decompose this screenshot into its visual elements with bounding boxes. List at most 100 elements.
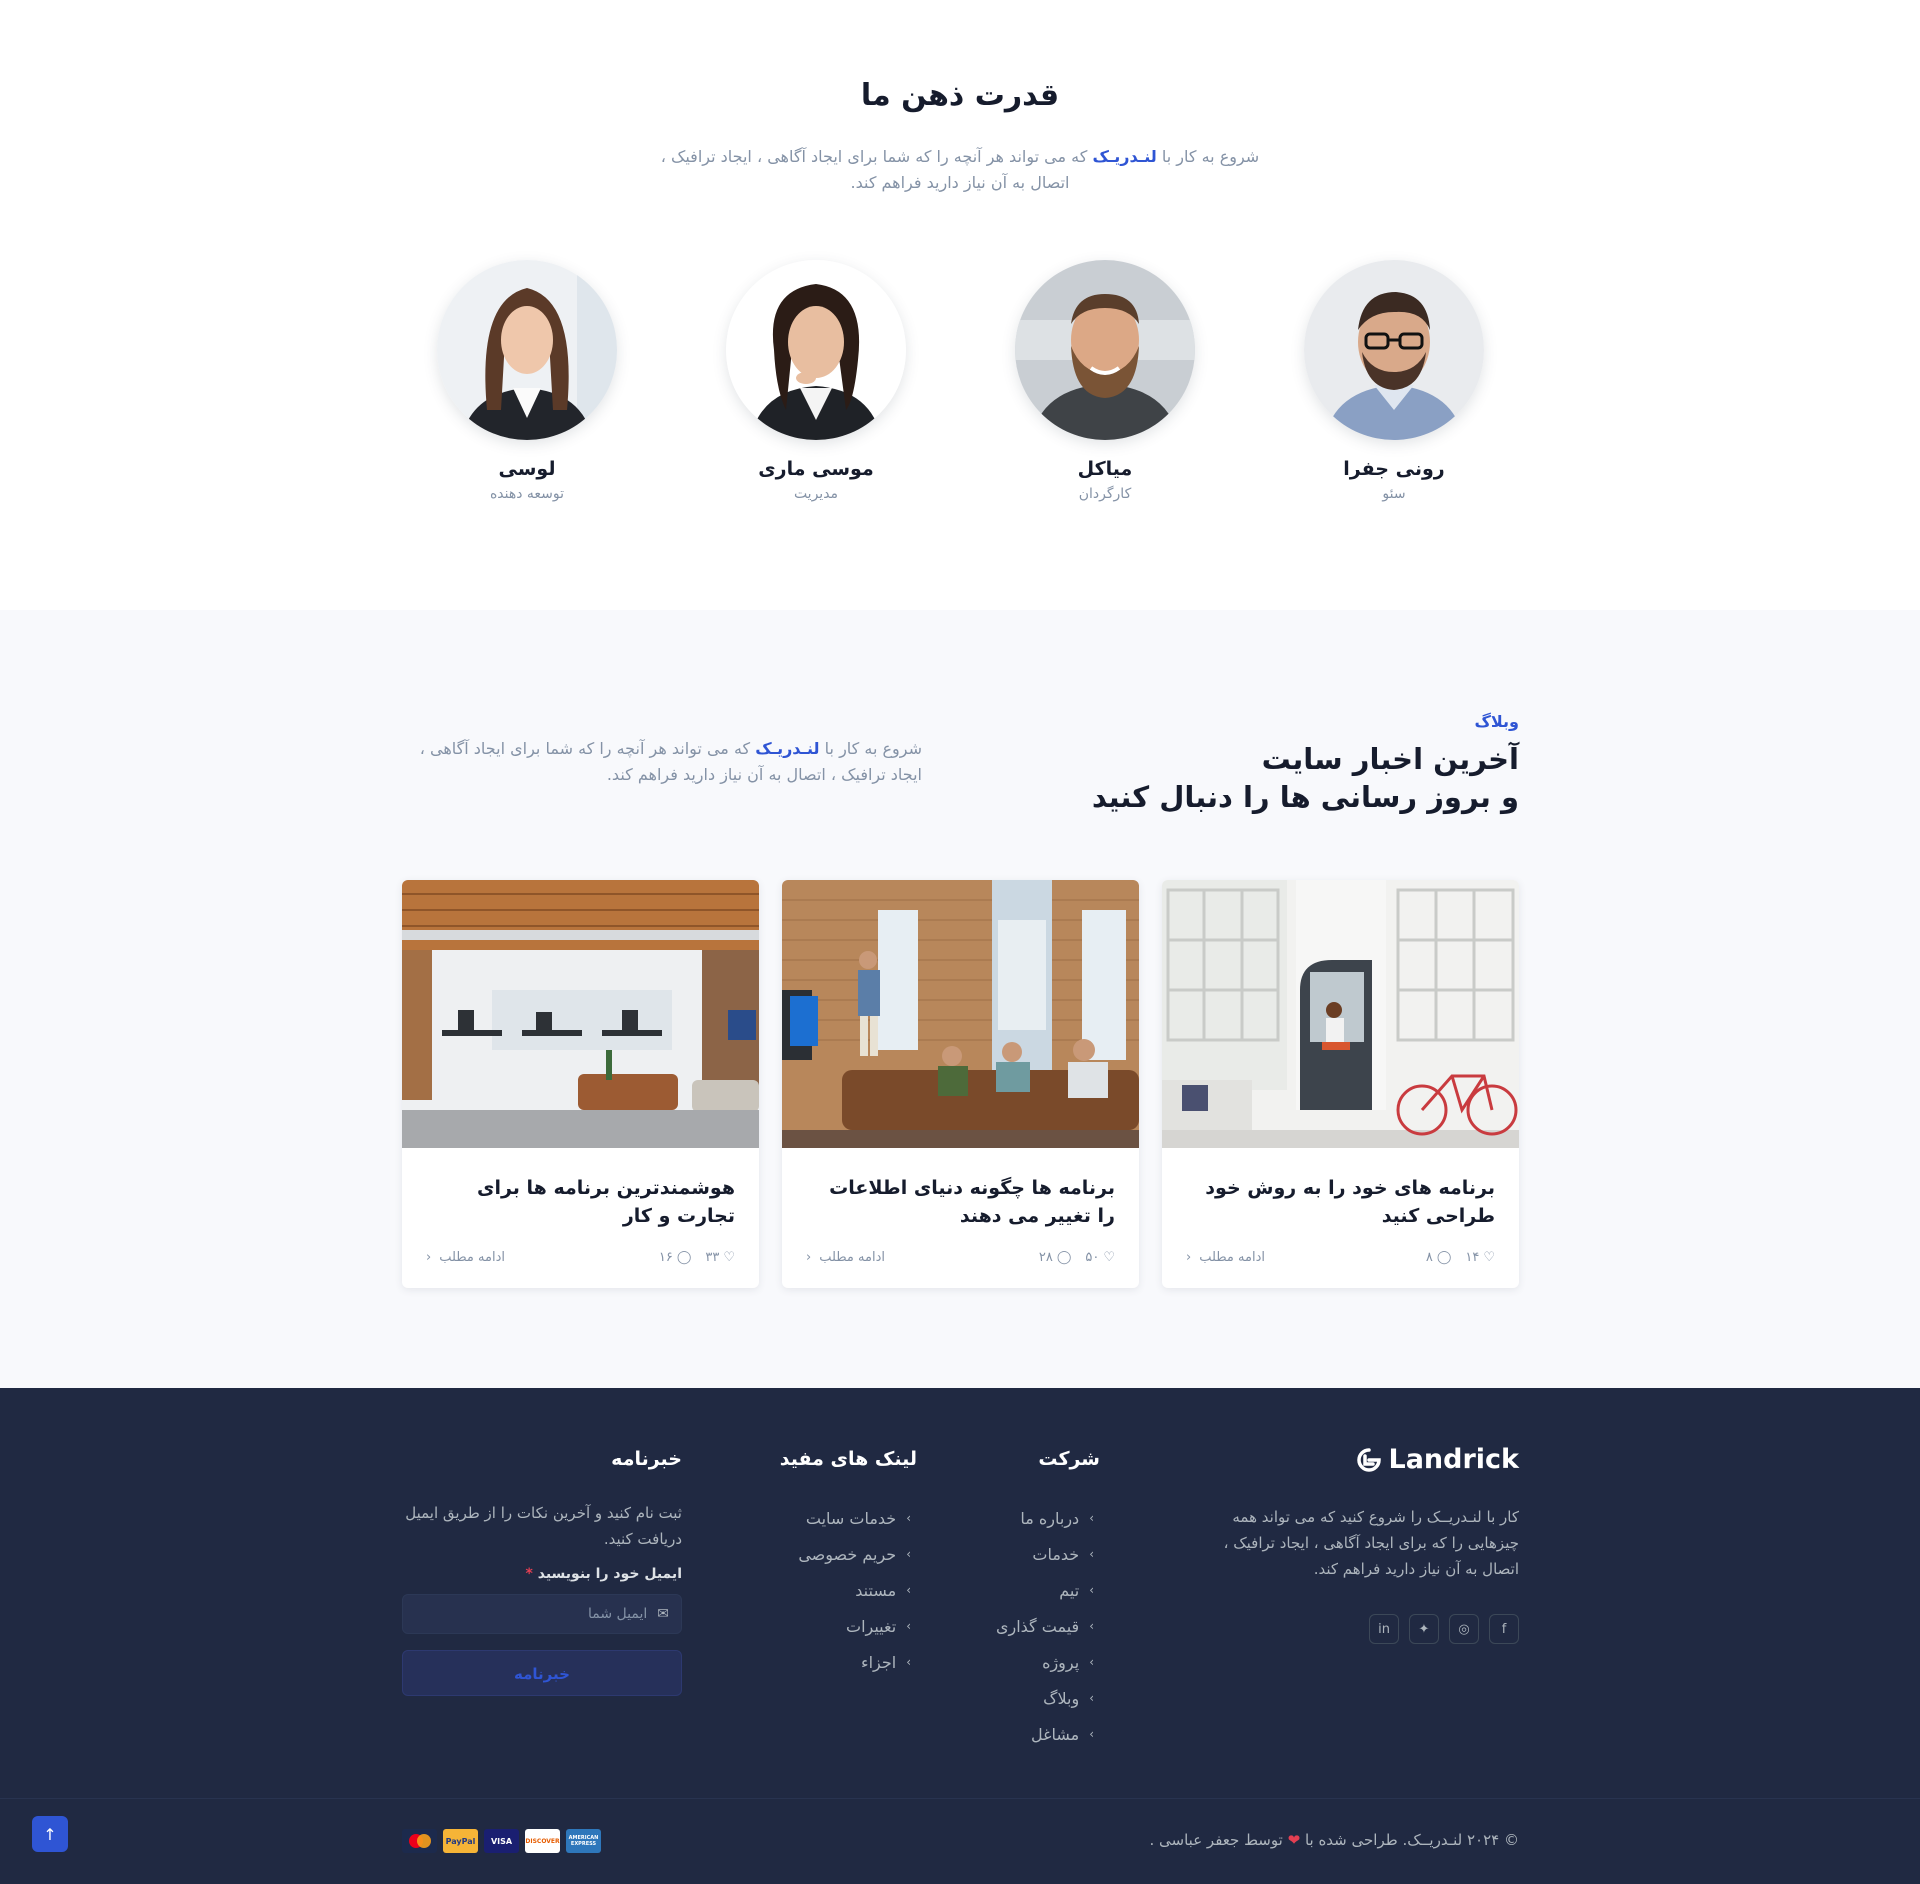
likes-stat[interactable]: ♡ ۵۰ bbox=[1085, 1250, 1115, 1265]
read-more-link[interactable]: ادامه مطلب ‹ bbox=[1186, 1250, 1265, 1265]
footer-link[interactable]: › خدمات bbox=[996, 1536, 1094, 1572]
footer: Landrick کار با لنـدریــک را شروع کنید ک… bbox=[0, 1388, 1920, 1798]
back-to-top-button[interactable]: ↑ bbox=[32, 1816, 68, 1852]
payment-methods: PayPal VISA DISCOVER AMERICAN EXPRESS bbox=[402, 1829, 601, 1853]
chevron-left-icon: › bbox=[906, 1655, 911, 1669]
blog-card-stats: ♡ ۵۰ ◯ ۲۸ bbox=[1039, 1250, 1115, 1265]
chevron-left-icon: › bbox=[906, 1583, 911, 1597]
footer-newsletter-title: خبرنامه bbox=[611, 1448, 682, 1470]
heart-icon: ♡ bbox=[1103, 1250, 1115, 1265]
mail-icon: ✉ bbox=[657, 1606, 669, 1622]
newsletter-email-input[interactable] bbox=[427, 1606, 648, 1622]
read-more-label: ادامه مطلب bbox=[819, 1250, 885, 1265]
comments-stat[interactable]: ◯ ۱۶ bbox=[659, 1250, 692, 1265]
chevron-left-icon: › bbox=[1089, 1691, 1094, 1705]
footer-link-label: حریم خصوصی bbox=[798, 1544, 897, 1564]
facebook-icon[interactable]: f bbox=[1489, 1614, 1519, 1644]
blog-section: وبلاگ آخرین اخبار سایت و بروز رسانی ها ر… bbox=[0, 610, 1920, 1388]
newsletter-description: ثبت نام کنید و آخرین نکات را از طریق ایم… bbox=[405, 1504, 682, 1548]
blog-card[interactable]: هوشمندترین برنامه ها برای تجارت و کار ♡ … bbox=[402, 880, 759, 1288]
blog-card[interactable]: برنامه ها چگونه دنیای اطلاعات را تغییر م… bbox=[782, 880, 1139, 1288]
blog-card-title[interactable]: برنامه های خود را به روش خود طراحی کنید bbox=[1186, 1174, 1495, 1230]
likes-stat[interactable]: ♡ ۳۳ bbox=[705, 1250, 735, 1265]
required-marker: * bbox=[525, 1566, 533, 1582]
footer-link[interactable]: › اجزاء bbox=[798, 1644, 911, 1680]
arrow-up-icon: ↑ bbox=[43, 1824, 57, 1844]
member-role: مدیریت bbox=[793, 486, 839, 502]
member-avatar bbox=[1015, 260, 1195, 440]
copyright-text: © ۲۰۲۴ لنـدریــک. طراحی شده با ❤ توسط جع… bbox=[1150, 1831, 1520, 1849]
member-avatar bbox=[437, 260, 617, 440]
likes-count: ۱۴ bbox=[1465, 1250, 1480, 1265]
footer-link[interactable]: › مشاغل bbox=[996, 1716, 1094, 1752]
footer-useful-links: › خدمات سایت › حریم خصوصی › مستند › تغییرات … bbox=[798, 1500, 911, 1680]
blog-card-title[interactable]: برنامه ها چگونه دنیای اطلاعات را تغییر م… bbox=[806, 1174, 1115, 1230]
chevron-left-icon: › bbox=[906, 1547, 911, 1561]
footer-link-label: خدمات bbox=[1032, 1544, 1080, 1564]
heart-icon: ❤ bbox=[1287, 1831, 1301, 1849]
social-links: f ◎ ✦ in bbox=[1369, 1614, 1519, 1644]
likes-stat[interactable]: ♡ ۱۴ bbox=[1465, 1250, 1495, 1265]
instagram-icon[interactable]: ◎ bbox=[1449, 1614, 1479, 1644]
blog-title: آخرین اخبار سایت و بروز رسانی ها را دنبا… bbox=[1092, 740, 1519, 816]
footer-link[interactable]: › خدمات سایت bbox=[798, 1500, 911, 1536]
footer-link[interactable]: › حریم خصوصی bbox=[798, 1536, 911, 1572]
likes-count: ۵۰ bbox=[1085, 1250, 1100, 1265]
blog-card-image[interactable] bbox=[782, 880, 1139, 1148]
team-desc-suffix: که می تواند هر آنچه را که شما برای ایجاد… bbox=[660, 147, 1088, 192]
comment-icon: ◯ bbox=[1056, 1250, 1072, 1265]
footer-link[interactable]: › تغییرات bbox=[798, 1608, 911, 1644]
footer-link-label: اجزاء bbox=[861, 1652, 897, 1672]
read-more-link[interactable]: ادامه مطلب ‹ bbox=[806, 1250, 885, 1265]
blog-card[interactable]: برنامه های خود را به روش خود طراحی کنید … bbox=[1162, 880, 1519, 1288]
footer-link[interactable]: › تیم bbox=[996, 1572, 1094, 1608]
footer-link[interactable]: › پروژه bbox=[996, 1644, 1094, 1680]
member-name: رونی جفرا bbox=[1343, 458, 1445, 480]
twitter-icon[interactable]: ✦ bbox=[1409, 1614, 1439, 1644]
mastercard-icon bbox=[402, 1829, 437, 1853]
newsletter-email-field[interactable]: ✉ bbox=[402, 1594, 682, 1634]
landrick-logo-icon bbox=[1357, 1447, 1382, 1472]
team-member: لوسی توسعه دهنده bbox=[407, 260, 647, 502]
blog-tag: وبلاگ bbox=[1474, 712, 1519, 731]
team-desc-prefix: شروع به کار با bbox=[1161, 147, 1260, 166]
blog-title-line-2: و بروز رسانی ها را دنبال کنید bbox=[1091, 780, 1519, 814]
footer-company-title: شرکت bbox=[1038, 1448, 1100, 1470]
blog-desc-prefix: شروع به کار با bbox=[824, 739, 922, 758]
member-avatar bbox=[1304, 260, 1484, 440]
member-role: کارگردان bbox=[1078, 486, 1132, 502]
footer-link[interactable]: › مستند bbox=[798, 1572, 911, 1608]
chevron-left-icon: › bbox=[906, 1619, 911, 1633]
heart-icon: ♡ bbox=[1483, 1250, 1495, 1265]
team-section: قدرت ذهن ما شروع به کار با لنـدریـک که م… bbox=[0, 0, 1920, 610]
blog-card-image[interactable] bbox=[402, 880, 759, 1148]
member-role: سئو bbox=[1382, 486, 1406, 502]
linkedin-icon[interactable]: in bbox=[1369, 1614, 1399, 1644]
read-more-link[interactable]: ادامه مطلب ‹ bbox=[426, 1250, 505, 1265]
blog-title-line-1: آخرین اخبار سایت bbox=[1261, 742, 1519, 776]
comments-count: ۸ bbox=[1425, 1250, 1433, 1265]
blog-card-meta: ♡ ۳۳ ◯ ۱۶ ادامه مطلب ‹ bbox=[426, 1250, 735, 1270]
footer-link[interactable]: › قیمت گذاری bbox=[996, 1608, 1094, 1644]
comments-count: ۱۶ bbox=[658, 1250, 673, 1265]
blog-card-title[interactable]: هوشمندترین برنامه ها برای تجارت و کار bbox=[426, 1174, 735, 1230]
newsletter-subscribe-button[interactable]: خبرنامه bbox=[402, 1650, 682, 1696]
footer-link[interactable]: › درباره ما bbox=[996, 1500, 1094, 1536]
comments-stat[interactable]: ◯ ۸ bbox=[1426, 1250, 1452, 1265]
comment-icon: ◯ bbox=[1436, 1250, 1452, 1265]
footer-link-label: خدمات سایت bbox=[805, 1508, 897, 1528]
team-member: رونی جفرا سئو bbox=[1274, 260, 1514, 502]
footer-company-links: › درباره ما › خدمات › تیم › قیمت گذاری › پروژ… bbox=[996, 1500, 1094, 1752]
blog-card-image[interactable] bbox=[1162, 880, 1519, 1148]
footer-link-label: مستند bbox=[855, 1580, 897, 1600]
email-label-text: ایمیل خود را بنویسید bbox=[537, 1566, 682, 1582]
footer-link-label: قیمت گذاری bbox=[995, 1616, 1080, 1636]
read-more-label: ادامه مطلب bbox=[1199, 1250, 1265, 1265]
chevron-left-icon: › bbox=[1089, 1511, 1094, 1525]
chevron-left-icon: › bbox=[1089, 1655, 1094, 1669]
footer-link[interactable]: › وبلاگ bbox=[996, 1680, 1094, 1716]
footer-logo[interactable]: Landrick bbox=[1356, 1444, 1519, 1475]
comments-stat[interactable]: ◯ ۲۸ bbox=[1039, 1250, 1072, 1265]
likes-count: ۳۳ bbox=[705, 1250, 720, 1265]
comment-icon: ◯ bbox=[676, 1250, 692, 1265]
